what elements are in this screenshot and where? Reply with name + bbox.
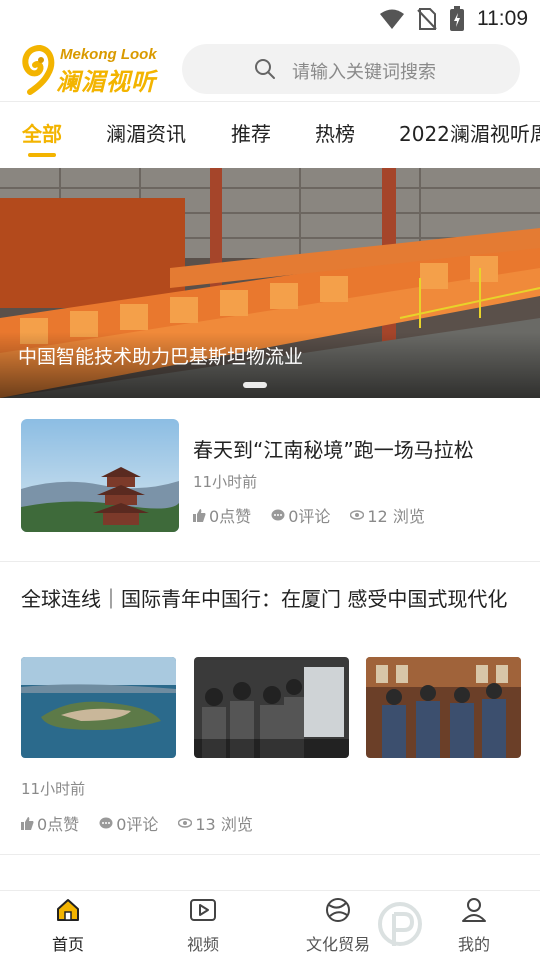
category-tabs: 全部 澜湄资讯 推荐 热榜 2022澜湄视听周 xyxy=(0,102,540,166)
app-header: Mekong Look 澜湄视听 请输入关键词搜索 xyxy=(0,36,540,100)
logo-text-en: Mekong Look xyxy=(60,46,157,63)
tab-trending[interactable]: 热榜 xyxy=(315,118,355,147)
news-stats: 0点赞 0评论 13 浏览 xyxy=(21,811,273,835)
news-title: 全球连线｜国际青年中国行：在厦门 感受中国式现代化 xyxy=(21,587,508,611)
no-sim-icon xyxy=(417,8,437,30)
banner-caption: 中国智能技术助力巴基斯坦物流业 xyxy=(18,346,304,368)
news-stats: 0点赞 0评论 12 浏览 xyxy=(193,503,445,527)
news-item[interactable]: 春天到“江南秘境”跑一场马拉松 11小时前 0点赞 0评论 12 浏览 xyxy=(0,398,540,561)
search-bar[interactable]: 请输入关键词搜索 xyxy=(182,44,520,94)
home-icon xyxy=(57,899,79,921)
carousel-indicator xyxy=(243,382,267,388)
nav-culture-trade-label: 文化贸易 xyxy=(305,935,370,954)
news-thumbnail xyxy=(366,657,521,758)
news-thumbnail xyxy=(194,657,349,758)
list-divider xyxy=(0,854,540,855)
logo-text-cn: 澜湄视听 xyxy=(56,68,156,96)
comment-icon xyxy=(99,817,113,828)
logo-mark-icon xyxy=(22,45,55,95)
comment-icon xyxy=(271,509,285,520)
thumbs-up-icon xyxy=(21,816,34,830)
clock: 11:09 xyxy=(477,7,528,30)
nav-home[interactable]: 首页 xyxy=(18,897,118,955)
comment-count[interactable]: 0评论 xyxy=(99,811,158,835)
tab-mekong-news[interactable]: 澜湄资讯 xyxy=(106,118,186,147)
tab-all[interactable]: 全部 xyxy=(22,118,62,147)
eye-icon xyxy=(178,818,193,828)
nav-culture-trade[interactable]: 文化贸易 xyxy=(288,897,388,955)
like-count[interactable]: 0点赞 xyxy=(21,811,79,835)
globe-icon xyxy=(326,898,350,922)
thumbs-up-icon xyxy=(193,508,206,522)
eye-icon xyxy=(350,510,365,520)
view-count: 12 浏览 xyxy=(350,503,425,527)
tab-media-week[interactable]: 2022澜湄视听周 xyxy=(399,118,540,147)
news-thumbnail xyxy=(21,657,176,758)
news-thumbnail xyxy=(21,419,179,532)
featured-banner[interactable]: 中国智能技术助力巴基斯坦物流业 xyxy=(0,168,540,398)
watermark xyxy=(376,900,540,960)
nav-home-label: 首页 xyxy=(51,935,84,954)
like-count[interactable]: 0点赞 xyxy=(193,503,251,527)
battery-charging-icon xyxy=(450,6,464,31)
wifi-icon xyxy=(380,9,404,29)
comment-count[interactable]: 0评论 xyxy=(271,503,330,527)
view-count: 13 浏览 xyxy=(178,811,253,835)
app-logo[interactable]: Mekong Look 澜湄视听 xyxy=(20,42,170,96)
search-icon xyxy=(255,59,275,79)
news-thumbnail-row xyxy=(21,657,521,758)
nav-video-label: 视频 xyxy=(186,935,219,954)
news-time: 11小时前 xyxy=(21,780,86,798)
news-title: 春天到“江南秘境”跑一场马拉松 xyxy=(193,438,474,462)
search-placeholder: 请输入关键词搜索 xyxy=(292,62,436,83)
news-time: 11小时前 xyxy=(193,473,258,491)
status-bar: 11:09 xyxy=(0,0,540,36)
nav-video[interactable]: 视频 xyxy=(153,897,253,955)
watermark-logo-icon xyxy=(378,902,422,946)
active-tab-indicator xyxy=(28,153,56,157)
tab-recommended[interactable]: 推荐 xyxy=(231,118,271,147)
news-item[interactable]: 全球连线｜国际青年中国行：在厦门 感受中国式现代化 11小时前 0点赞 0评论 … xyxy=(0,562,540,854)
video-icon xyxy=(190,899,216,921)
